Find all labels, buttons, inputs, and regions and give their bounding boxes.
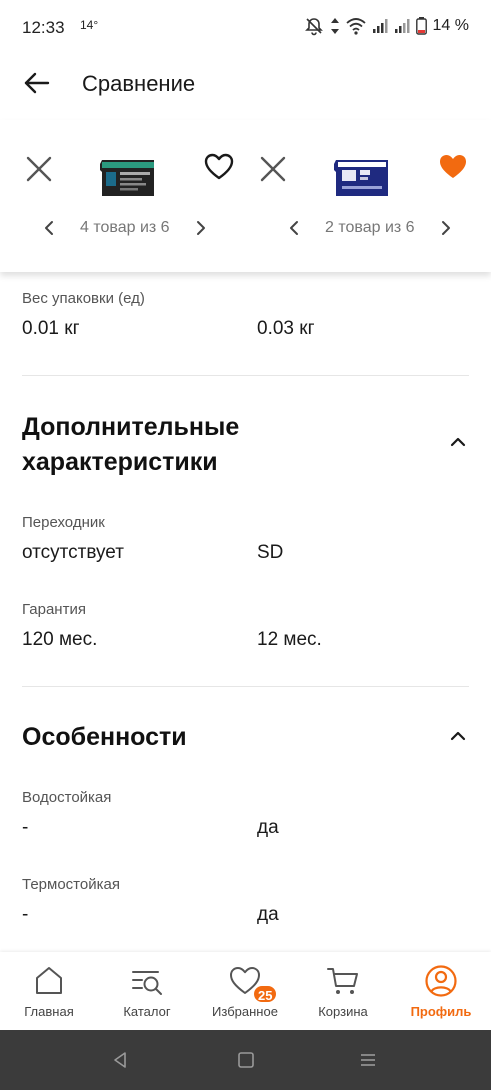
spec-value-right: да bbox=[257, 817, 279, 838]
product-pager-left: 4 товар из 6 bbox=[40, 216, 210, 240]
nav-item-catalog[interactable]: Каталог bbox=[98, 952, 196, 1030]
spec-value-left: 0.01 кг bbox=[22, 318, 80, 339]
bottom-navigation: Главная Каталог 25 Избранное Корзина Про… bbox=[0, 952, 491, 1030]
spec-value-left: - bbox=[22, 904, 29, 925]
product-image-left[interactable] bbox=[98, 158, 158, 198]
battery-percent: 14 % bbox=[432, 17, 469, 34]
section-title-line: характеристики bbox=[22, 448, 218, 476]
spec-value-right: 12 мес. bbox=[257, 629, 322, 650]
nav-label: Корзина bbox=[318, 1004, 368, 1019]
chevron-left-icon[interactable] bbox=[285, 219, 303, 237]
status-time: 12:33 bbox=[22, 18, 65, 37]
remove-product-close-icon[interactable] bbox=[258, 154, 288, 184]
spec-label: Термостойкая bbox=[22, 876, 120, 893]
page-title: Сравнение bbox=[82, 71, 196, 96]
status-bar: 12:33 14° 14 % bbox=[0, 0, 491, 44]
chevron-right-icon[interactable] bbox=[192, 219, 210, 237]
system-home-icon[interactable] bbox=[236, 1050, 256, 1070]
spec-label: Водостойкая bbox=[22, 789, 112, 806]
spec-value-left: отсутствует bbox=[22, 542, 124, 563]
spec-value-left: - bbox=[22, 817, 29, 838]
nav-item-cart[interactable]: Корзина bbox=[294, 952, 392, 1030]
favorite-heart-icon[interactable] bbox=[204, 152, 234, 182]
favorite-heart-filled-icon[interactable] bbox=[438, 152, 468, 182]
status-temperature: 14° bbox=[80, 18, 99, 32]
compare-products-panel: 4 товар из 6 2 товар из 6 bbox=[0, 120, 491, 272]
chevron-up-icon[interactable] bbox=[448, 432, 468, 452]
divider bbox=[22, 375, 469, 376]
nav-label: Избранное bbox=[212, 1004, 278, 1019]
pager-text-left: 4 товар из 6 bbox=[80, 219, 170, 236]
spec-label: Переходник bbox=[22, 514, 105, 531]
status-icons: 14 % bbox=[304, 16, 469, 36]
signal-icon bbox=[372, 19, 388, 33]
spec-label: Вес упаковки (ед) bbox=[22, 290, 145, 307]
chevron-left-icon[interactable] bbox=[40, 219, 58, 237]
pager-text-right: 2 товар из 6 bbox=[325, 219, 415, 236]
system-back-icon[interactable] bbox=[110, 1050, 130, 1070]
nav-label: Профиль bbox=[410, 1004, 472, 1019]
app-header: Сравнение bbox=[0, 44, 491, 120]
remove-product-close-icon[interactable] bbox=[24, 154, 54, 184]
cart-icon bbox=[327, 968, 358, 994]
profile-icon bbox=[425, 965, 457, 997]
nav-item-favorites[interactable]: 25 Избранное bbox=[196, 952, 294, 1030]
catalog-search-icon bbox=[132, 971, 162, 995]
product-image-right[interactable] bbox=[332, 158, 392, 198]
system-navigation-bar bbox=[0, 1030, 491, 1090]
spec-value-left: 120 мес. bbox=[22, 629, 98, 650]
home-icon bbox=[36, 967, 62, 994]
data-arrows-icon bbox=[330, 18, 339, 34]
nav-label: Главная bbox=[24, 1004, 74, 1019]
section-title-features[interactable]: Особенности bbox=[22, 720, 187, 755]
section-title-extra[interactable]: Дополнительные характеристики bbox=[22, 410, 239, 480]
specs-content[interactable]: Вес упаковки (ед) 0.01 кг 0.03 кг Дополн… bbox=[0, 272, 491, 952]
spec-value-right: SD bbox=[257, 542, 284, 563]
wifi-icon bbox=[345, 18, 366, 35]
nav-label: Каталог bbox=[123, 1004, 171, 1019]
section-title-line: Дополнительные bbox=[22, 413, 240, 441]
bell-off-icon bbox=[304, 18, 323, 36]
spec-value-right: да bbox=[257, 904, 279, 925]
nav-item-home[interactable]: Главная bbox=[0, 952, 98, 1030]
nav-item-profile[interactable]: Профиль bbox=[392, 952, 490, 1030]
divider bbox=[22, 686, 469, 687]
spec-label: Гарантия bbox=[22, 601, 86, 618]
spec-value-right: 0.03 кг bbox=[257, 318, 315, 339]
signal-icon bbox=[394, 19, 410, 33]
favorites-count-badge: 25 bbox=[252, 984, 279, 1004]
chevron-right-icon[interactable] bbox=[437, 219, 455, 237]
battery-icon bbox=[415, 17, 427, 35]
system-recents-icon[interactable] bbox=[358, 1050, 378, 1070]
product-pager-right: 2 товар из 6 bbox=[285, 216, 455, 240]
chevron-up-icon[interactable] bbox=[448, 726, 468, 746]
back-arrow-icon[interactable] bbox=[22, 68, 52, 98]
